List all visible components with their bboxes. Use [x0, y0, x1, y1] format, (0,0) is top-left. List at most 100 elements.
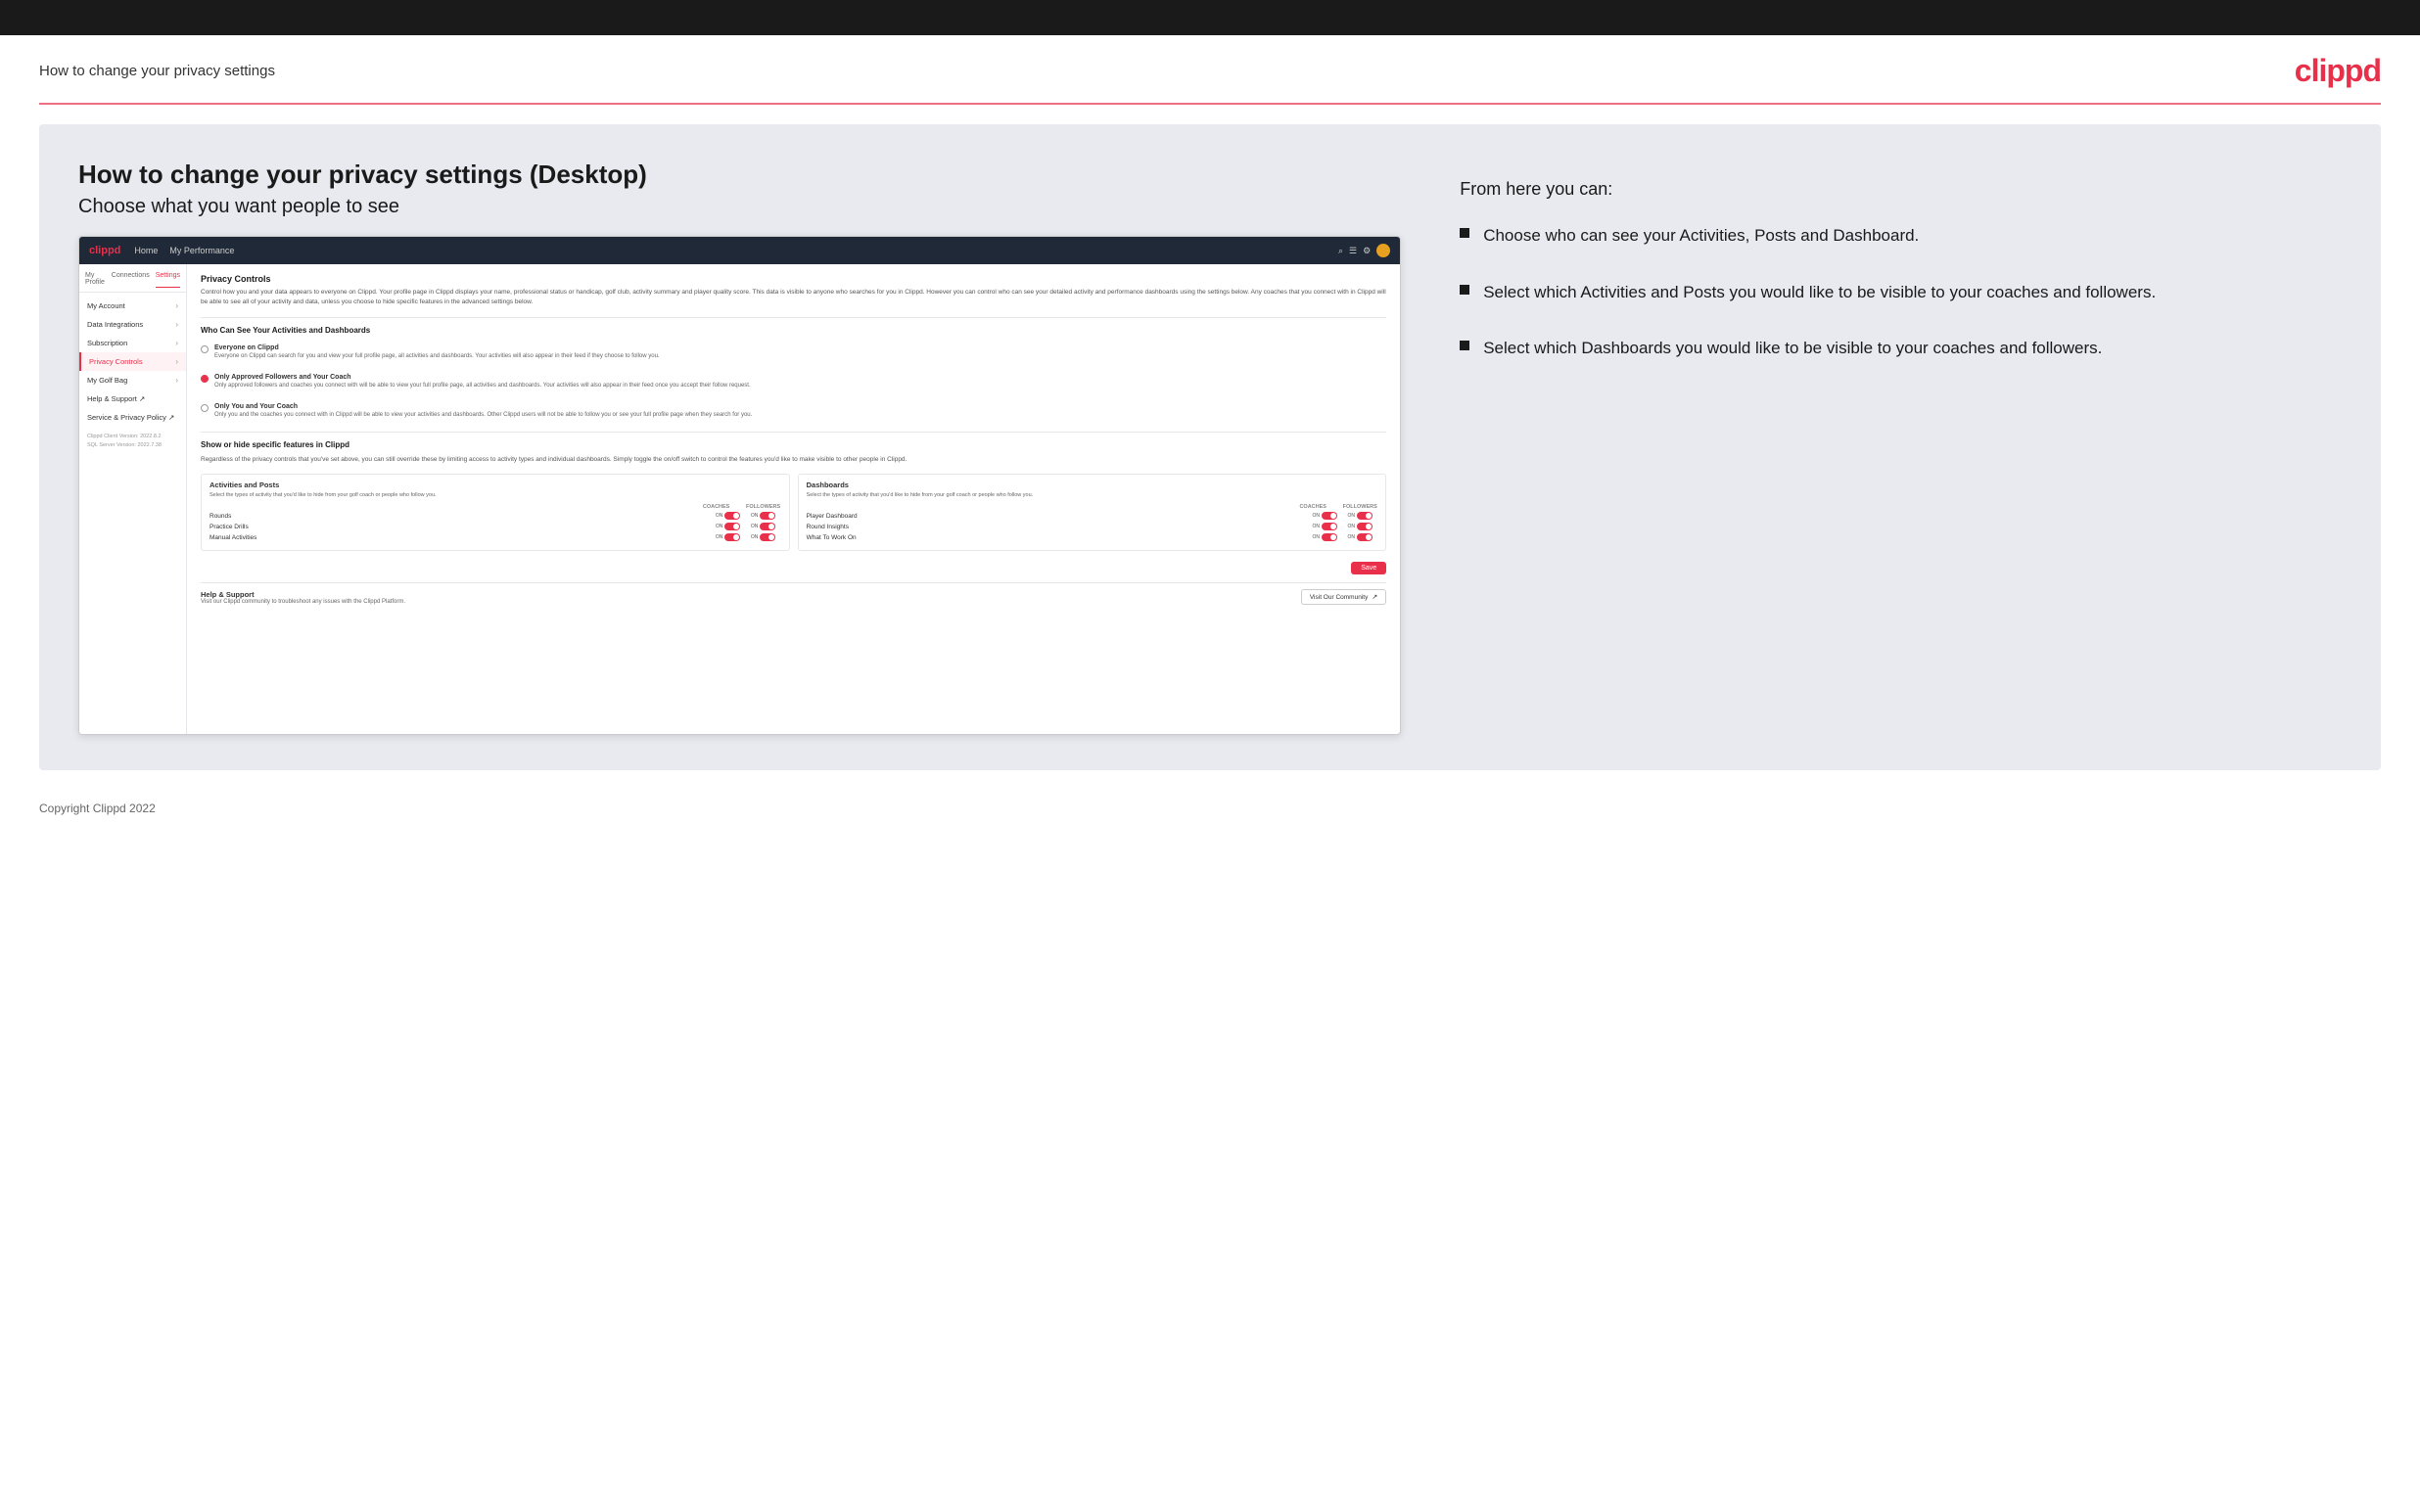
sidebar-item-label: Service & Privacy Policy ↗ — [87, 413, 174, 422]
dash-coaches-col-label: COACHES — [1295, 504, 1330, 510]
tab-my-profile: My Profile — [85, 272, 106, 288]
sidebar-item-label: My Account — [87, 301, 125, 310]
bullet-square-3 — [1460, 341, 1469, 350]
player-dashboard-label: Player Dashboard — [807, 513, 1308, 520]
footer: Copyright Clippd 2022 — [0, 790, 2420, 827]
sidebar-item-label: Privacy Controls — [89, 357, 143, 366]
work-followers-toggle[interactable]: ON — [1342, 533, 1377, 541]
manual-followers-toggle[interactable]: ON — [746, 533, 781, 541]
sidebar-item-data-integrations[interactable]: Data Integrations › — [79, 315, 186, 334]
visit-community-label: Visit Our Community — [1310, 594, 1368, 601]
radio-everyone-label: Everyone on Clippd — [214, 344, 660, 351]
sidebar-item-help-support[interactable]: Help & Support ↗ — [79, 389, 186, 408]
radio-only-you-desc: Only you and the coaches you connect wit… — [214, 411, 752, 419]
visit-community-button[interactable]: Visit Our Community ↗ — [1301, 589, 1386, 605]
radio-approved-content: Only Approved Followers and Your Coach O… — [214, 374, 751, 389]
mock-main-panel: Privacy Controls Control how you and you… — [187, 264, 1400, 734]
footer-text: Copyright Clippd 2022 — [39, 802, 156, 815]
work-coaches-toggle[interactable]: ON — [1307, 533, 1342, 541]
radio-only-you-button[interactable] — [201, 404, 209, 412]
radio-only-you-label: Only You and Your Coach — [214, 403, 752, 410]
work-followers-switch[interactable] — [1357, 533, 1373, 541]
insights-followers-toggle[interactable]: ON — [1342, 523, 1377, 530]
mock-who-can-see-title: Who Can See Your Activities and Dashboar… — [201, 317, 1386, 335]
grid-icon: ☰ — [1349, 246, 1357, 256]
player-dashboard-row: Player Dashboard ON ON — [807, 512, 1378, 520]
mock-nav-logo: clippd — [89, 245, 120, 256]
insights-coaches-toggle[interactable]: ON — [1307, 523, 1342, 530]
sidebar-item-my-account[interactable]: My Account › — [79, 297, 186, 315]
insights-coaches-on: ON — [1312, 524, 1320, 529]
drills-coaches-switch[interactable] — [724, 523, 740, 530]
activities-toggle-header: COACHES FOLLOWERS — [209, 504, 781, 510]
sidebar-item-service-privacy[interactable]: Service & Privacy Policy ↗ — [79, 408, 186, 427]
activities-card-desc: Select the types of activity that you'd … — [209, 492, 781, 500]
radio-approved-label: Only Approved Followers and Your Coach — [214, 374, 751, 381]
manual-coaches-on: ON — [716, 534, 723, 540]
radio-approved-desc: Only approved followers and coaches you … — [214, 382, 751, 389]
coaches-col-label: COACHES — [699, 504, 734, 510]
sidebar-item-subscription[interactable]: Subscription › — [79, 334, 186, 352]
mock-navbar: clippd Home My Performance ⌕ ☰ ⚙ — [79, 237, 1400, 264]
drills-followers-switch[interactable] — [760, 523, 775, 530]
mock-help-desc: Visit our Clippd community to troublesho… — [201, 599, 405, 605]
work-coaches-switch[interactable] — [1322, 533, 1337, 541]
manual-followers-switch[interactable] — [760, 533, 775, 541]
bullet-square-1 — [1460, 228, 1469, 238]
rounds-followers-switch[interactable] — [760, 512, 775, 520]
chevron-right-icon: › — [175, 339, 178, 347]
manual-coaches-toggle[interactable]: ON — [711, 533, 746, 541]
mock-body: My Profile Connections Settings My Accou… — [79, 264, 1400, 734]
round-insights-label: Round Insights — [807, 524, 1308, 530]
sidebar-item-label: My Golf Bag — [87, 376, 127, 385]
rounds-followers-toggle[interactable]: ON — [746, 512, 781, 520]
practice-drills-label: Practice Drills — [209, 524, 711, 530]
rounds-coaches-switch[interactable] — [724, 512, 740, 520]
bullet-list: Choose who can see your Activities, Post… — [1460, 223, 2342, 361]
mock-help-content: Help & Support Visit our Clippd communit… — [201, 590, 405, 605]
rounds-coaches-toggle[interactable]: ON — [711, 512, 746, 520]
radio-approved-button[interactable] — [201, 375, 209, 383]
radio-everyone-button[interactable] — [201, 345, 209, 353]
top-bar — [0, 0, 2420, 35]
header: How to change your privacy settings clip… — [0, 35, 2420, 103]
chevron-right-icon: › — [175, 376, 178, 385]
player-coaches-switch[interactable] — [1322, 512, 1337, 520]
mock-show-hide-title: Show or hide specific features in Clippd — [201, 440, 1386, 449]
chevron-right-icon: › — [175, 357, 178, 366]
mock-show-hide-desc: Regardless of the privacy controls that … — [201, 455, 1386, 465]
drills-followers-toggle[interactable]: ON — [746, 523, 781, 530]
dashboards-card-title: Dashboards — [807, 481, 1378, 489]
drills-coaches-toggle[interactable]: ON — [711, 523, 746, 530]
save-button[interactable]: Save — [1351, 562, 1386, 574]
rounds-label: Rounds — [209, 513, 711, 520]
bullet-item-3: Select which Dashboards you would like t… — [1460, 336, 2342, 361]
radio-only-you[interactable]: Only You and Your Coach Only you and the… — [201, 399, 1386, 423]
player-coaches-toggle[interactable]: ON — [1307, 512, 1342, 520]
manual-coaches-switch[interactable] — [724, 533, 740, 541]
manual-followers-on: ON — [751, 534, 759, 540]
settings-icon: ⚙ — [1363, 246, 1371, 256]
bullet-item-2: Select which Activities and Posts you wo… — [1460, 280, 2342, 305]
round-insights-row: Round Insights ON ON — [807, 523, 1378, 530]
sidebar-item-my-golf-bag[interactable]: My Golf Bag › — [79, 371, 186, 389]
sidebar-item-privacy-controls[interactable]: Privacy Controls › — [79, 352, 186, 371]
radio-everyone-content: Everyone on Clippd Everyone on Clippd ca… — [214, 344, 660, 360]
practice-drills-row: Practice Drills ON ON — [209, 523, 781, 530]
player-followers-toggle[interactable]: ON — [1342, 512, 1377, 520]
radio-approved-followers[interactable]: Only Approved Followers and Your Coach O… — [201, 370, 1386, 393]
search-icon: ⌕ — [1338, 246, 1343, 256]
screenshot-mockup: clippd Home My Performance ⌕ ☰ ⚙ My Prof… — [78, 236, 1401, 735]
insights-followers-switch[interactable] — [1357, 523, 1373, 530]
save-button-container: Save — [201, 557, 1386, 574]
radio-everyone-desc: Everyone on Clippd can search for you an… — [214, 352, 660, 360]
insights-coaches-switch[interactable] — [1322, 523, 1337, 530]
player-coaches-on: ON — [1312, 513, 1320, 519]
radio-everyone[interactable]: Everyone on Clippd Everyone on Clippd ca… — [201, 341, 1386, 364]
bullet-item-1: Choose who can see your Activities, Post… — [1460, 223, 2342, 249]
bullet-text-2: Select which Activities and Posts you wo… — [1483, 280, 2156, 305]
player-followers-switch[interactable] — [1357, 512, 1373, 520]
chevron-right-icon: › — [175, 320, 178, 329]
drills-coaches-on: ON — [716, 524, 723, 529]
activities-card-title: Activities and Posts — [209, 481, 781, 489]
